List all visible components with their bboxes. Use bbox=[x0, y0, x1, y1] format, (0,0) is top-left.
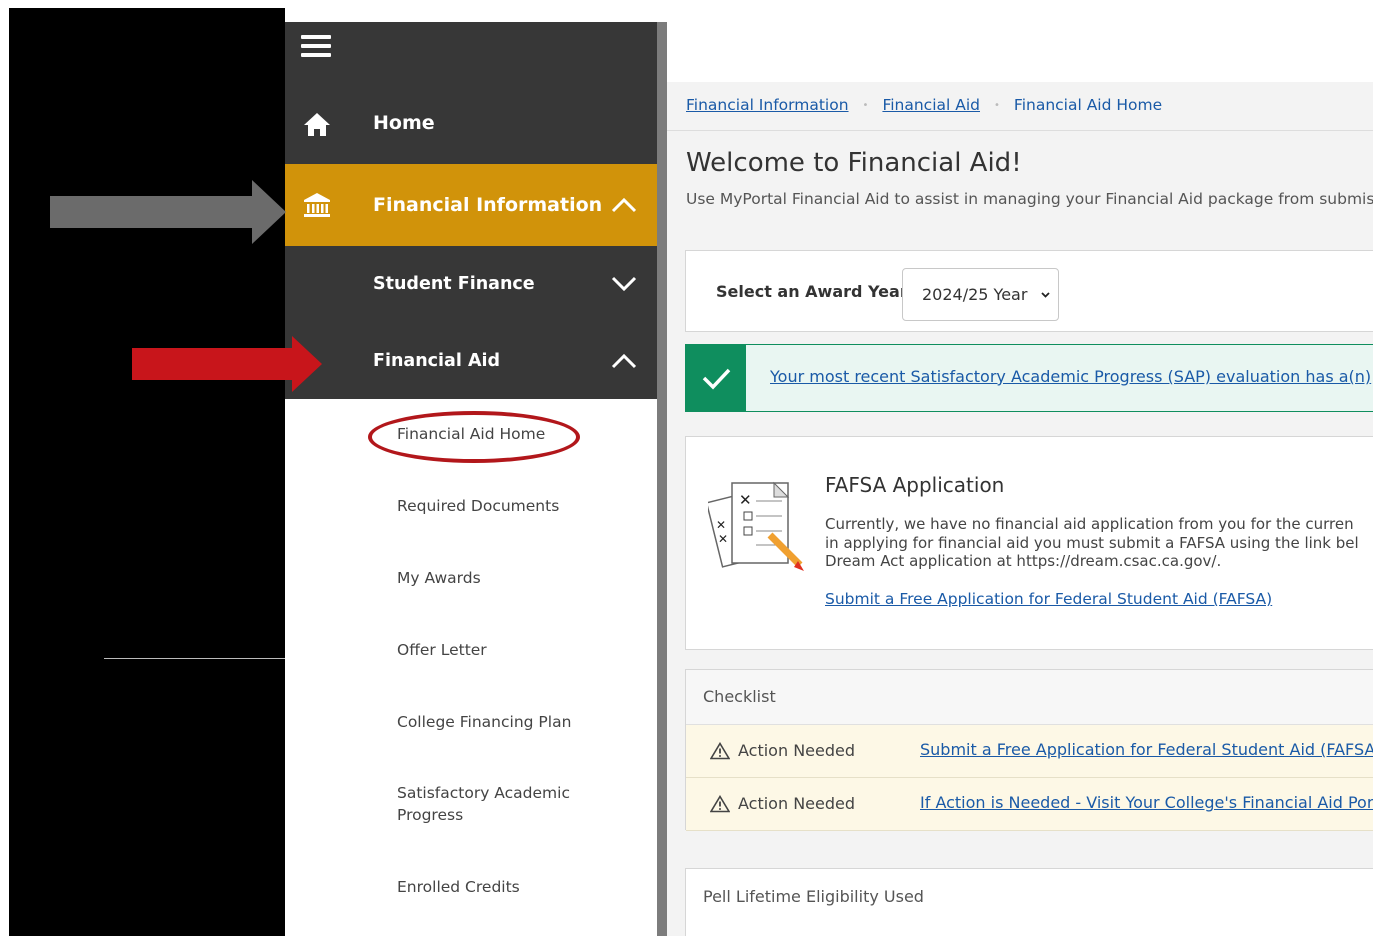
page-intro: Use MyPortal Financial Aid to assist in … bbox=[686, 190, 1373, 208]
sidebar-item-enrolled-credits[interactable]: Enrolled Credits bbox=[397, 876, 520, 898]
home-icon bbox=[304, 113, 330, 136]
award-year-card: Select an Award Year: 2024/25 Year bbox=[685, 250, 1373, 332]
breadcrumb-separator: • bbox=[994, 100, 1000, 111]
svg-text:✕: ✕ bbox=[716, 518, 726, 532]
sidebar-item-sap-line2: Progress bbox=[397, 806, 464, 824]
fafsa-body-line: in applying for financial aid you must s… bbox=[825, 533, 1359, 552]
fafsa-title: FAFSA Application bbox=[825, 473, 1005, 497]
top-strip bbox=[0, 0, 1377, 8]
nav-label-financial-information: Financial Information bbox=[373, 194, 603, 216]
page-title: Welcome to Financial Aid! bbox=[686, 148, 1022, 178]
fafsa-body: Currently, we have no financial aid appl… bbox=[825, 515, 1359, 571]
breadcrumb-financial-information[interactable]: Financial Information bbox=[686, 96, 849, 114]
sidebar: Home Financial Information Student Finan… bbox=[285, 22, 657, 936]
chevron-up-icon bbox=[611, 353, 637, 369]
award-year-select[interactable]: 2024/25 Year bbox=[902, 268, 1059, 321]
left-background bbox=[9, 8, 285, 936]
sidebar-item-college-financing-plan[interactable]: College Financing Plan bbox=[397, 711, 571, 733]
breadcrumb-financial-aid[interactable]: Financial Aid bbox=[882, 96, 980, 114]
nav-item-financial-aid[interactable]: Financial Aid bbox=[285, 322, 657, 399]
highlight-oval-annotation bbox=[368, 411, 580, 463]
nav-item-financial-information[interactable]: Financial Information bbox=[285, 164, 657, 246]
breadcrumb-current: Financial Aid Home bbox=[1013, 96, 1163, 114]
checklist-header: Checklist bbox=[686, 670, 1373, 725]
pell-title: Pell Lifetime Eligibility Used bbox=[703, 887, 924, 906]
award-year-selected: 2024/25 Year bbox=[922, 285, 1028, 304]
gray-arrow-annotation bbox=[50, 180, 286, 244]
fafsa-body-line: Dream Act application at https://dream.c… bbox=[825, 552, 1222, 570]
nav-label-home: Home bbox=[373, 112, 435, 134]
sidebar-item-sap-line1: Satisfactory Academic bbox=[397, 784, 570, 802]
breadcrumb: Financial Information • Financial Aid • Fina… bbox=[686, 96, 1162, 114]
divider-line bbox=[104, 658, 285, 659]
main-content: Financial Information • Financial Aid • Fina… bbox=[667, 22, 1373, 936]
fafsa-card: ✕ ✕ ✕ FAFSA Application Currently, we ha… bbox=[685, 436, 1373, 650]
bank-icon bbox=[304, 193, 330, 217]
panel-gutter bbox=[657, 22, 667, 936]
svg-text:✕: ✕ bbox=[739, 491, 752, 509]
content-header-blank bbox=[667, 22, 1373, 82]
breadcrumb-separator: • bbox=[862, 100, 869, 111]
checklist-status: Action Needed bbox=[738, 741, 856, 760]
chevron-down-icon bbox=[611, 276, 637, 292]
checklist-row: Action Needed Submit a Free Application … bbox=[686, 725, 1373, 778]
checklist-portal-link[interactable]: If Action is Needed - Visit Your College… bbox=[920, 793, 1373, 812]
sap-status-banner: Your most recent Satisfactory Academic P… bbox=[685, 344, 1373, 412]
svg-text:✕: ✕ bbox=[718, 532, 728, 546]
sidebar-item-my-awards[interactable]: My Awards bbox=[397, 567, 481, 589]
nav-item-student-finance[interactable]: Student Finance bbox=[285, 246, 657, 322]
checklist-document-icon: ✕ ✕ ✕ bbox=[708, 481, 804, 571]
warning-icon bbox=[710, 742, 730, 760]
red-arrow-annotation bbox=[132, 336, 322, 392]
award-year-label: Select an Award Year: bbox=[716, 282, 915, 301]
checklist-card: Checklist Action Needed Submit a Free Ap… bbox=[685, 669, 1373, 831]
checklist-row: Action Needed If Action is Needed - Visi… bbox=[686, 778, 1373, 831]
sidebar-item-required-documents[interactable]: Required Documents bbox=[397, 495, 559, 517]
hamburger-menu-icon[interactable] bbox=[301, 35, 331, 57]
pell-card: Pell Lifetime Eligibility Used bbox=[685, 868, 1373, 936]
chevron-down-icon bbox=[1041, 292, 1050, 298]
breadcrumb-divider bbox=[667, 130, 1373, 131]
checklist-fafsa-link[interactable]: Submit a Free Application for Federal St… bbox=[920, 740, 1373, 759]
warning-icon bbox=[710, 795, 730, 813]
checklist-title: Checklist bbox=[703, 687, 776, 706]
sidebar-item-satisfactory-academic-progress[interactable]: Satisfactory Academic Progress bbox=[397, 782, 570, 826]
fafsa-submit-link[interactable]: Submit a Free Application for Federal St… bbox=[825, 590, 1272, 608]
sidebar-item-offer-letter[interactable]: Offer Letter bbox=[397, 639, 487, 661]
chevron-up-icon bbox=[611, 197, 637, 213]
nav-label-financial-aid: Financial Aid bbox=[373, 350, 501, 371]
checklist-status: Action Needed bbox=[738, 794, 856, 813]
nav-item-home[interactable]: Home bbox=[285, 82, 657, 164]
nav-label-student-finance: Student Finance bbox=[373, 274, 535, 294]
checkmark-icon bbox=[686, 345, 746, 411]
sap-status-link[interactable]: Your most recent Satisfactory Academic P… bbox=[770, 367, 1371, 386]
fafsa-body-line: Currently, we have no financial aid appl… bbox=[825, 515, 1354, 533]
